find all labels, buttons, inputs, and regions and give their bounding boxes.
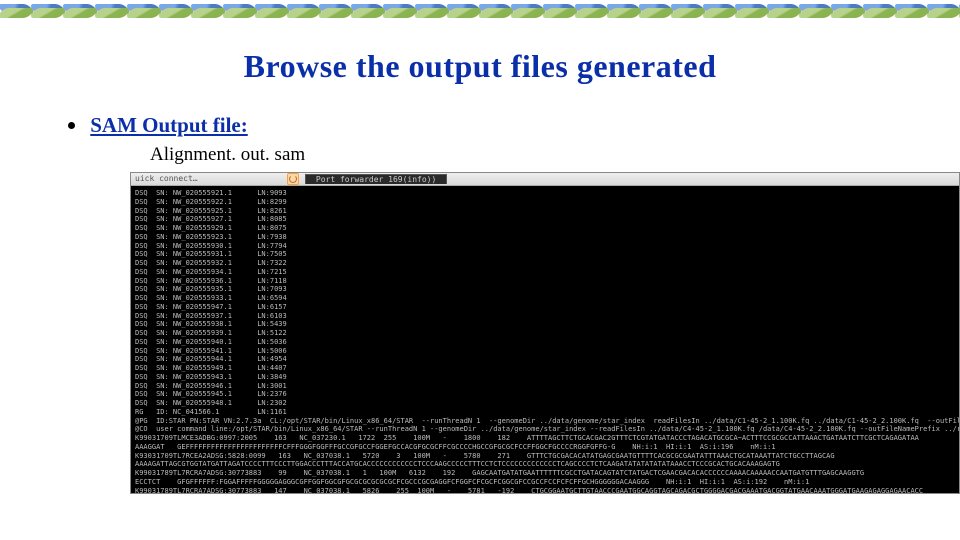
bullet-label: SAM Output file: <box>90 113 248 137</box>
terminal-body: DSQ SN: NW_020555921.1 LN:9093 DSQ SN: N… <box>131 186 959 494</box>
terminal-tab: Port forwarder 169(info)) <box>305 174 447 184</box>
bullet-sam-output: SAM Output file: <box>68 113 960 138</box>
quick-connect-label: uick connect… <box>135 174 198 184</box>
page-title: Browse the output files generated <box>0 48 960 85</box>
reload-icon <box>287 173 299 185</box>
bullet-dot-icon <box>68 122 75 129</box>
terminal-topbar: uick connect… Port forwarder 169(info)) <box>131 173 959 186</box>
filename-text: Alignment. out. sam <box>150 144 960 166</box>
terminal-screenshot: uick connect… Port forwarder 169(info)) … <box>130 172 960 494</box>
dna-banner <box>0 0 960 22</box>
